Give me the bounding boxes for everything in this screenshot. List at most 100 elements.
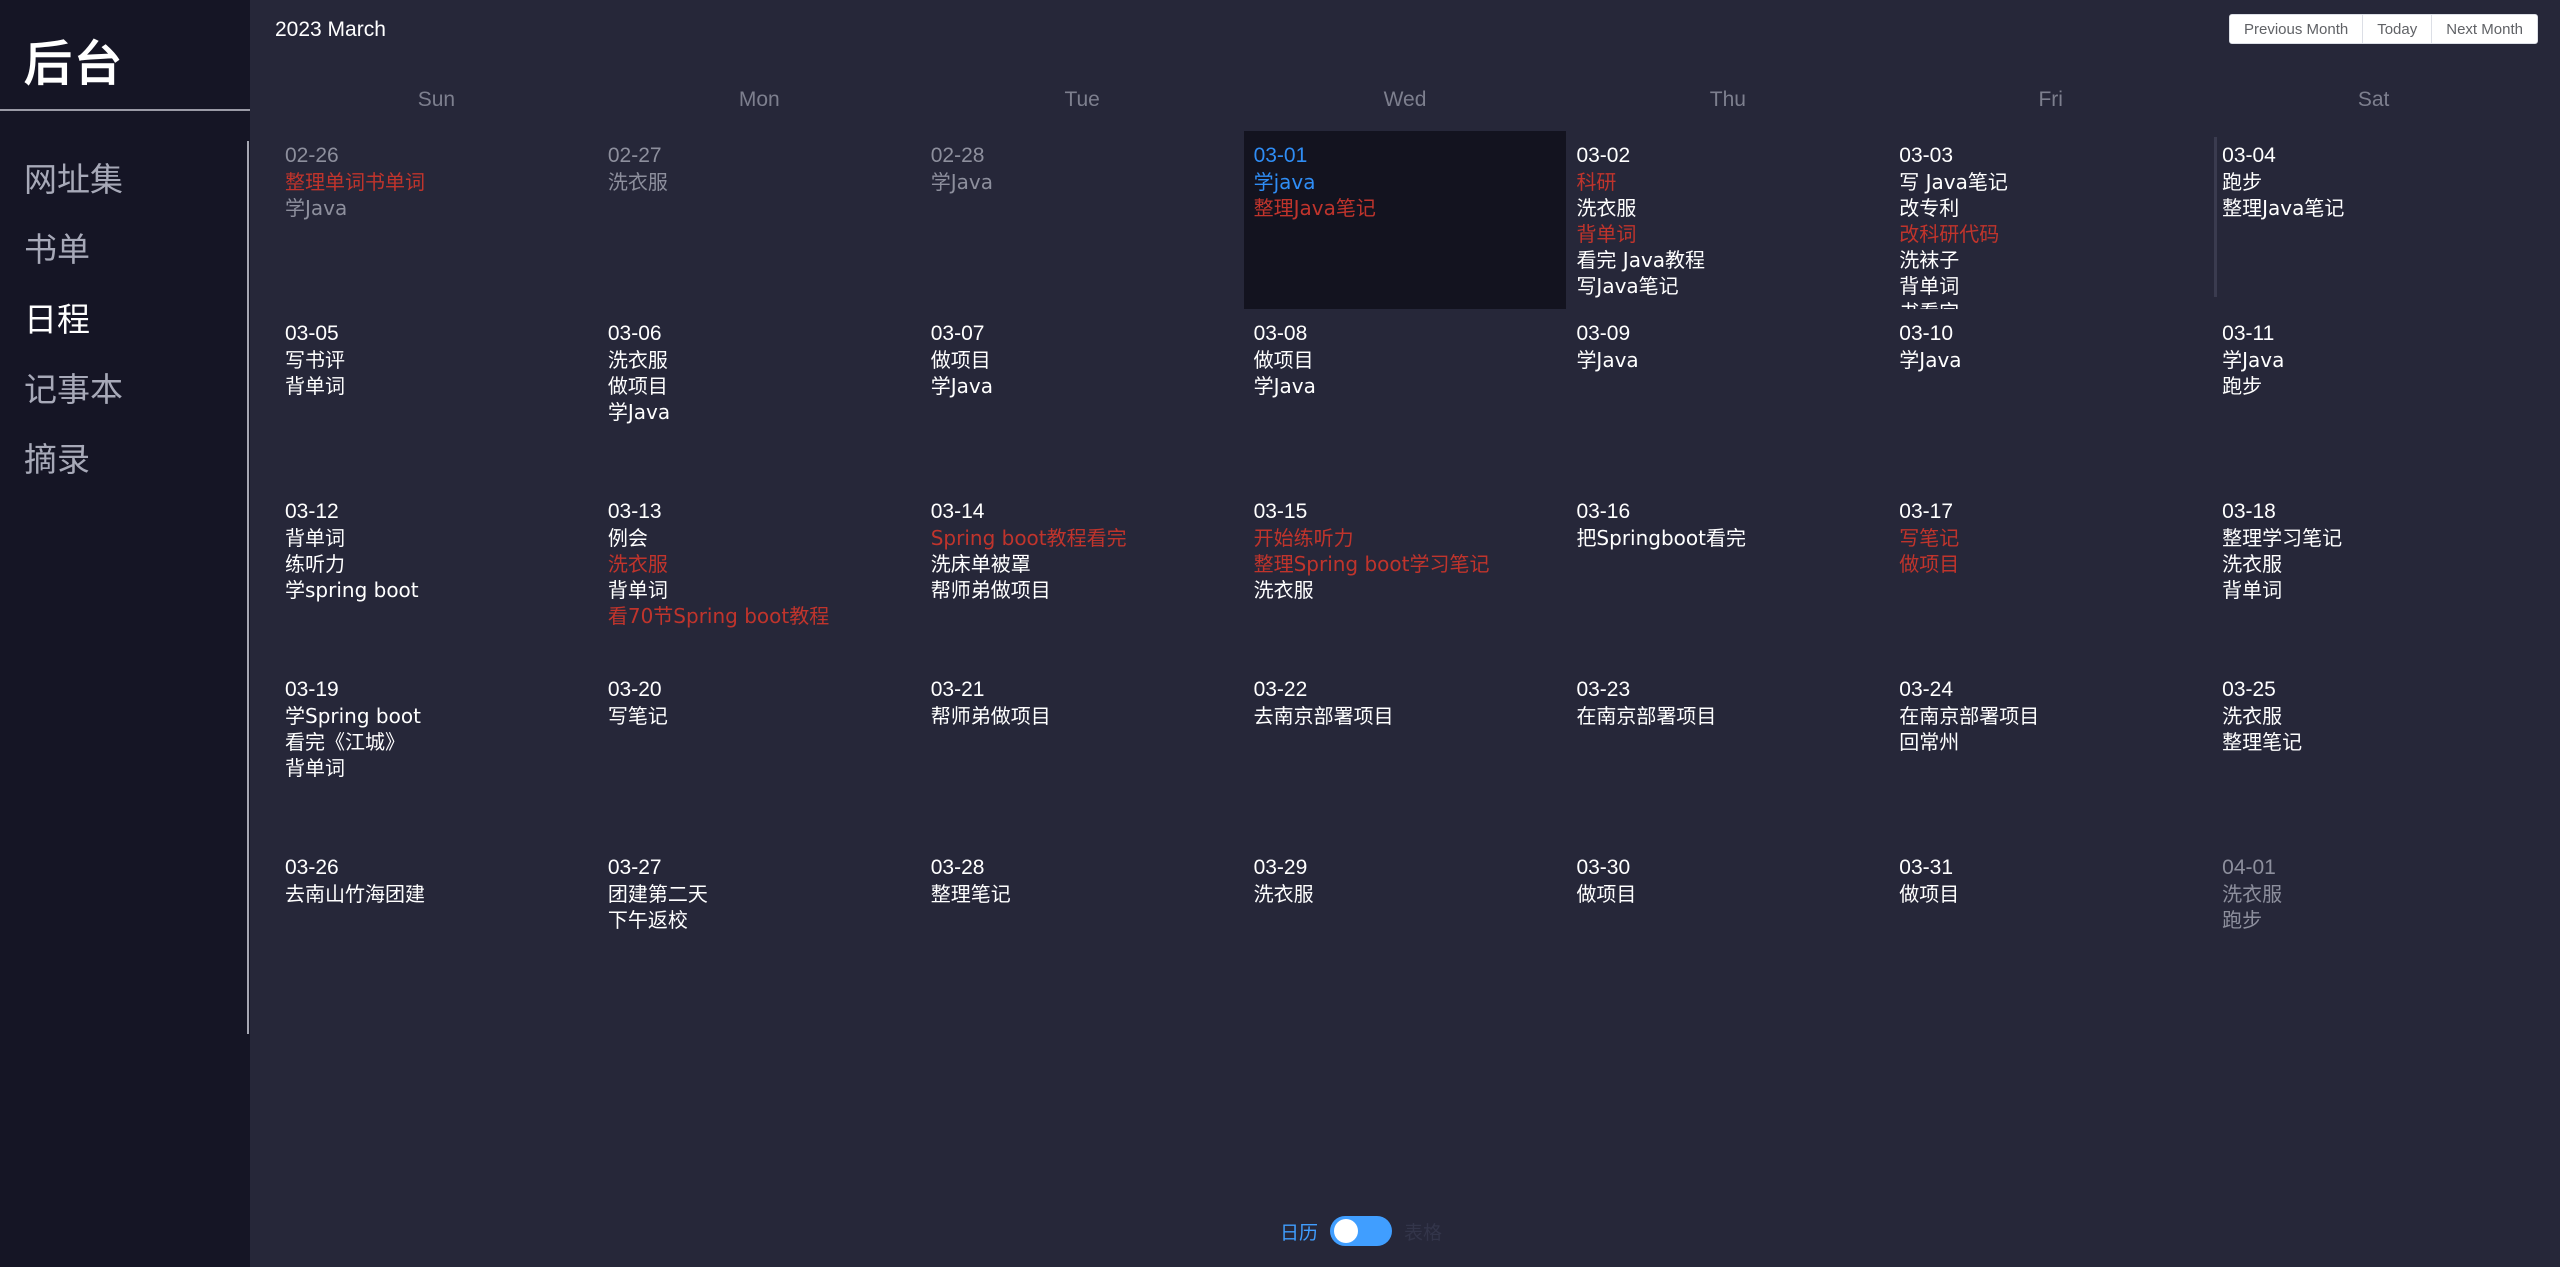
day-event: 背单词 <box>285 374 345 398</box>
calendar-day-cell[interactable]: 03-29 洗衣服 <box>1244 843 1567 1021</box>
calendar-day-cell[interactable]: 03-14 Spring boot教程看完 洗床单被罩 帮师弟做项目 <box>921 487 1244 665</box>
calendar-day-cell[interactable]: 03-11 学Java 跑步 <box>2212 309 2535 487</box>
view-switch[interactable] <box>1330 1216 1393 1246</box>
weekday-mon: Mon <box>738 88 780 111</box>
calendar-day-cell[interactable]: 03-18 整理学习笔记 洗衣服 背单词 <box>2212 487 2535 665</box>
calendar-day-cell[interactable]: 02-27 洗衣服 <box>598 131 921 309</box>
calendar-day-cell[interactable]: 03-01 学java 整理Java笔记 <box>1243 131 1567 309</box>
weekday-wed: Wed <box>1383 88 1427 111</box>
day-event: 整理单词书单词 <box>285 170 425 194</box>
day-event: 团建第二天 <box>607 882 708 906</box>
day-event: 做项目 <box>1253 348 1314 372</box>
brand-title: 后台 <box>24 36 125 92</box>
calendar-day-cell[interactable]: 03-02 科研 洗衣服 背单词 看完 Java教程 写Java笔记 <box>1566 131 1889 309</box>
calendar-day-cell[interactable]: 03-04 跑步 整理Java笔记 <box>2212 131 2535 309</box>
today-button[interactable]: Today <box>2362 15 2432 43</box>
day-event: 整理笔记 <box>930 882 1011 906</box>
day-event: 学java <box>1253 170 1316 194</box>
month-nav-button-group: Previous Month Today Next Month <box>2229 14 2538 44</box>
calendar-day-cell[interactable]: 03-30 做项目 <box>1566 843 1889 1021</box>
day-event: 洗衣服 <box>2222 704 2283 728</box>
day-event: 改科研代码 <box>1899 222 2000 246</box>
day-date: 03-06 <box>607 322 662 345</box>
day-date: 03-22 <box>1253 678 1308 701</box>
calendar-day-cell[interactable]: 03-24 在南京部署项目 回常州 <box>1889 665 2212 843</box>
day-date: 03-28 <box>930 856 985 879</box>
previous-month-button[interactable]: Previous Month <box>2230 15 2363 43</box>
day-date: 03-25 <box>2222 678 2276 701</box>
weekday-thu: Thu <box>1709 88 1746 111</box>
day-date: 03-18 <box>2222 500 2276 523</box>
day-event: 整理Spring boot学习笔记 <box>1253 552 1490 576</box>
day-date: 03-16 <box>1576 500 1631 523</box>
calendar-day-cell[interactable]: 03-10 学Java <box>1889 309 2212 487</box>
weekday-header: Sun Mon Tue Wed Thu Fri Sat <box>275 88 2535 112</box>
day-date: 04-01 <box>2222 856 2276 879</box>
weekday-fri: Fri <box>2038 88 2063 111</box>
calendar-day-cell[interactable]: 03-12 背单词 练听力 学spring boot <box>275 487 598 665</box>
sidebar: 后台 网址集 书单 日程 记事本 摘录 <box>0 0 250 1267</box>
calendar-day-cell[interactable]: 03-27 团建第二天 下午返校 <box>598 843 921 1021</box>
day-date: 03-11 <box>2222 322 2275 345</box>
day-event: 学Java <box>930 374 993 398</box>
calendar-day-cell[interactable]: 03-23 在南京部署项目 <box>1566 665 1889 843</box>
next-month-button[interactable]: Next Month <box>2431 15 2537 43</box>
sidebar-item-booklist[interactable]: 书单 <box>24 220 123 290</box>
day-date: 03-23 <box>1576 678 1631 701</box>
day-event: 看完 Java教程 <box>1576 248 1706 272</box>
calendar-day-cell[interactable]: 03-03 写 Java笔记改专利改科研代码洗袜子背单词书看完 <box>1889 131 2212 309</box>
day-event: 写笔记 <box>607 704 668 728</box>
day-event: 做项目 <box>930 348 991 372</box>
day-date: 03-27 <box>607 856 662 879</box>
calendar-title: 2023 March <box>275 18 386 41</box>
calendar-day-cell[interactable]: 03-08 做项目 学Java <box>1244 309 1567 487</box>
day-event: 书看完 <box>1899 299 2202 309</box>
calendar-day-cell[interactable]: 03-21 帮师弟做项目 <box>921 665 1244 843</box>
calendar-day-cell[interactable]: 03-13 例会 洗衣服 背单词 看70节Spring boot教程 <box>598 487 921 665</box>
day-date: 03-13 <box>607 500 662 523</box>
sidebar-item-bookmarks[interactable]: 网址集 <box>24 150 123 220</box>
calendar-day-cell[interactable]: 03-05 写书评 背单词 <box>275 309 598 487</box>
sidebar-nav: 网址集 书单 日程 记事本 摘录 <box>24 150 123 500</box>
calendar-day-cell[interactable]: 03-16 把Springboot看完 <box>1566 487 1889 665</box>
calendar-day-cell[interactable]: 04-01 洗衣服 跑步 <box>2212 843 2535 1021</box>
calendar-day-cell[interactable]: 03-19 学Spring boot 看完《江城》 背单词 <box>275 665 598 843</box>
calendar-day-cell[interactable]: 03-07 做项目 学Java <box>921 309 1244 487</box>
day-date: 02-26 <box>285 144 339 167</box>
day-date: 03-26 <box>285 856 339 879</box>
calendar-day-cell[interactable]: 03-20 写笔记 <box>598 665 921 843</box>
calendar-day-cell[interactable]: 03-25 洗衣服 整理笔记 <box>2212 665 2535 843</box>
sidebar-item-notepad[interactable]: 记事本 <box>24 360 123 430</box>
weekday-tue: Tue <box>1064 88 1100 111</box>
calendar-day-cell[interactable]: 02-26 整理单词书单词 学Java <box>275 131 598 309</box>
calendar-day-cell[interactable]: 03-09 学Java <box>1566 309 1889 487</box>
day-date: 02-28 <box>930 144 985 167</box>
day-event: 做项目 <box>1899 882 1960 906</box>
day-event: 洗衣服 <box>607 170 668 194</box>
calendar-day-cell[interactable]: 03-06 洗衣服 做项目 学Java <box>598 309 921 487</box>
day-event: 洗衣服 <box>1253 882 1314 906</box>
sidebar-divider <box>247 141 249 1034</box>
day-event: 学Spring boot <box>285 704 421 728</box>
day-event: 写Java笔记 <box>1576 274 1679 298</box>
sidebar-item-schedule[interactable]: 日程 <box>24 290 123 360</box>
calendar-day-cell[interactable]: 03-17 写笔记 做项目 <box>1889 487 2212 665</box>
calendar-day-cell[interactable]: 03-26 去南山竹海团建 <box>275 843 598 1021</box>
day-event: 帮师弟做项目 <box>930 578 1051 602</box>
calendar-grid: 02-26 整理单词书单词 学Java 02-27 洗衣服 02-28 学Java 03-01… <box>275 131 2535 1021</box>
calendar-day-cell[interactable]: 03-15 开始练听力 整理Spring boot学习笔记 洗衣服 <box>1244 487 1567 665</box>
day-date: 03-01 <box>1253 144 1308 167</box>
calendar-day-cell[interactable]: 02-28 学Java <box>921 131 1244 309</box>
day-date: 03-10 <box>1899 322 1954 345</box>
day-event: 洗衣服 <box>607 552 668 576</box>
day-event: 学Java <box>607 400 671 424</box>
day-event: 把Springboot看完 <box>1576 526 1746 550</box>
sidebar-item-excerpts[interactable]: 摘录 <box>24 430 123 500</box>
day-date: 03-09 <box>1576 322 1631 345</box>
toggle-label-table: 表格 <box>1404 1221 1443 1244</box>
day-event: 回常州 <box>1899 730 1960 754</box>
calendar-day-cell[interactable]: 03-31 做项目 <box>1889 843 2212 1021</box>
day-date: 03-29 <box>1253 856 1308 879</box>
calendar-day-cell[interactable]: 03-22 去南京部署项目 <box>1244 665 1567 843</box>
calendar-day-cell[interactable]: 03-28 整理笔记 <box>921 843 1244 1021</box>
